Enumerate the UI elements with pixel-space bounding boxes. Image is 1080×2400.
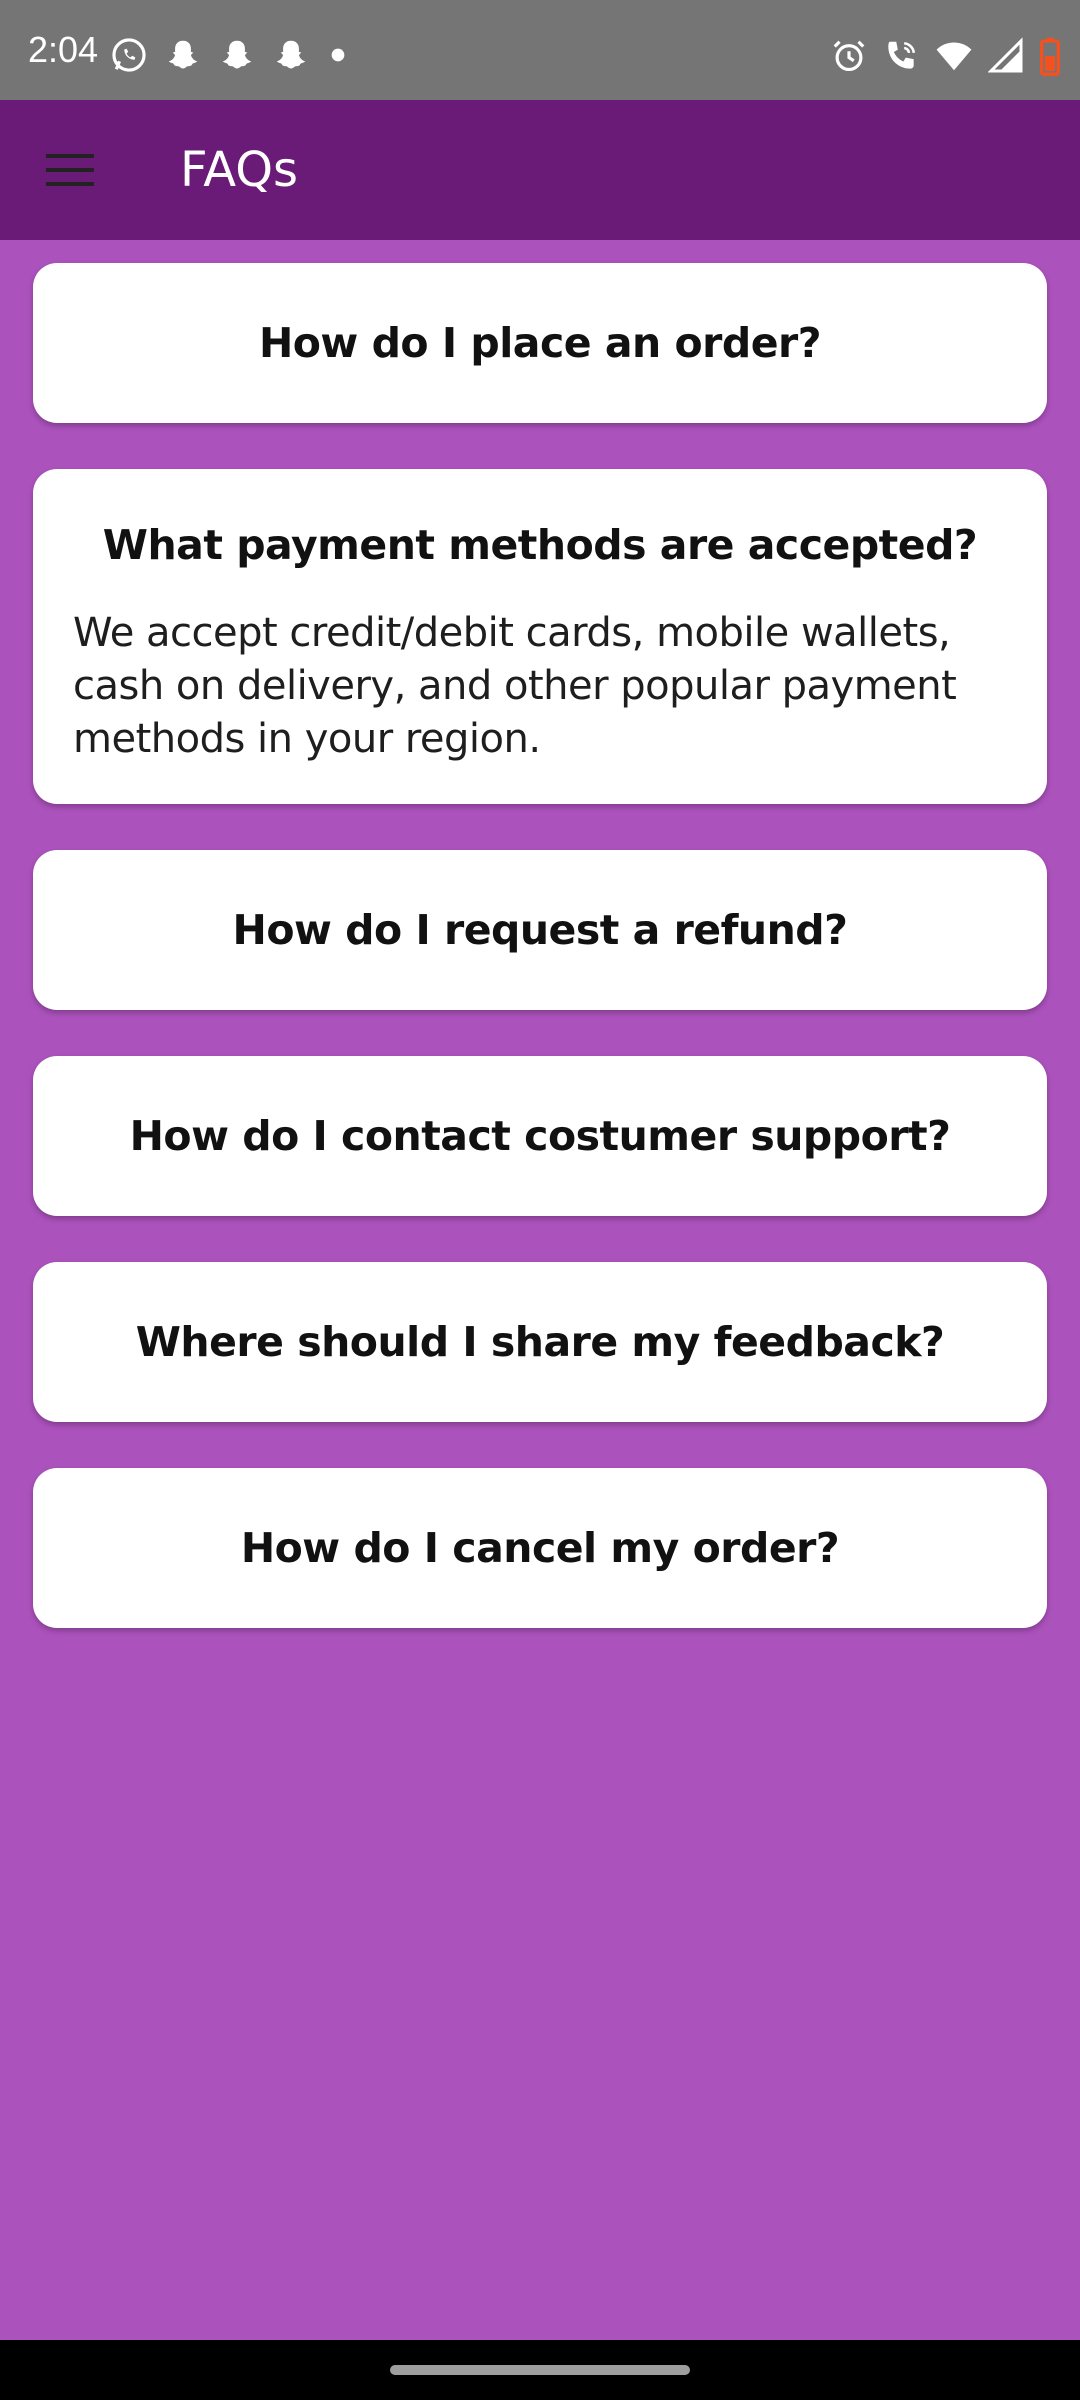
app-bar: FAQs <box>0 100 1080 240</box>
faq-question-row[interactable]: How do I request a refund? <box>33 850 1047 1010</box>
dot-icon <box>326 36 350 74</box>
snapchat-icon <box>272 36 310 74</box>
wifi-icon <box>934 37 974 75</box>
signal-icon <box>988 37 1024 75</box>
faq-card[interactable]: How do I cancel my order? <box>33 1468 1047 1628</box>
faq-question-row[interactable]: What payment methods are accepted? <box>33 469 1047 569</box>
page-title: FAQs <box>180 142 298 198</box>
hamburger-menu-icon <box>46 154 94 186</box>
status-bar: 2:04 <box>0 0 1080 100</box>
faq-question-row[interactable]: How do I cancel my order? <box>33 1468 1047 1628</box>
faq-question: How do I cancel my order? <box>240 1524 840 1572</box>
faq-question: Where should I share my feedback? <box>135 1318 945 1366</box>
alarm-icon <box>830 37 868 75</box>
faq-list: How do I place an order? What payment me… <box>33 263 1047 1674</box>
battery-icon <box>1038 36 1062 76</box>
faq-question-row[interactable]: How do I place an order? <box>33 263 1047 423</box>
faq-question: What payment methods are accepted? <box>102 521 978 569</box>
home-gesture-handle[interactable] <box>390 2365 690 2375</box>
status-time: 2:04 <box>28 29 99 70</box>
status-system-icons <box>830 36 1062 76</box>
faq-question-row[interactable]: How do I contact costumer support? <box>33 1056 1047 1216</box>
menu-button[interactable] <box>30 135 110 205</box>
whatsapp-icon <box>110 36 148 74</box>
snapchat-icon <box>164 36 202 74</box>
faq-question: How do I place an order? <box>258 319 822 367</box>
faq-card[interactable]: How do I place an order? <box>33 263 1047 423</box>
faq-question-row[interactable]: Where should I share my feedback? <box>33 1262 1047 1422</box>
status-notification-icons <box>110 36 350 74</box>
faq-card[interactable]: How do I contact costumer support? <box>33 1056 1047 1216</box>
faq-card-expanded[interactable]: What payment methods are accepted? We ac… <box>33 469 1047 804</box>
faq-card[interactable]: Where should I share my feedback? <box>33 1262 1047 1422</box>
wifi-calling-icon <box>882 37 920 75</box>
faq-card[interactable]: How do I request a refund? <box>33 850 1047 1010</box>
faq-question: How do I request a refund? <box>232 906 848 954</box>
faq-question: How do I contact costumer support? <box>129 1112 951 1160</box>
faq-answer: We accept credit/debit cards, mobile wal… <box>73 610 957 762</box>
snapchat-icon <box>218 36 256 74</box>
